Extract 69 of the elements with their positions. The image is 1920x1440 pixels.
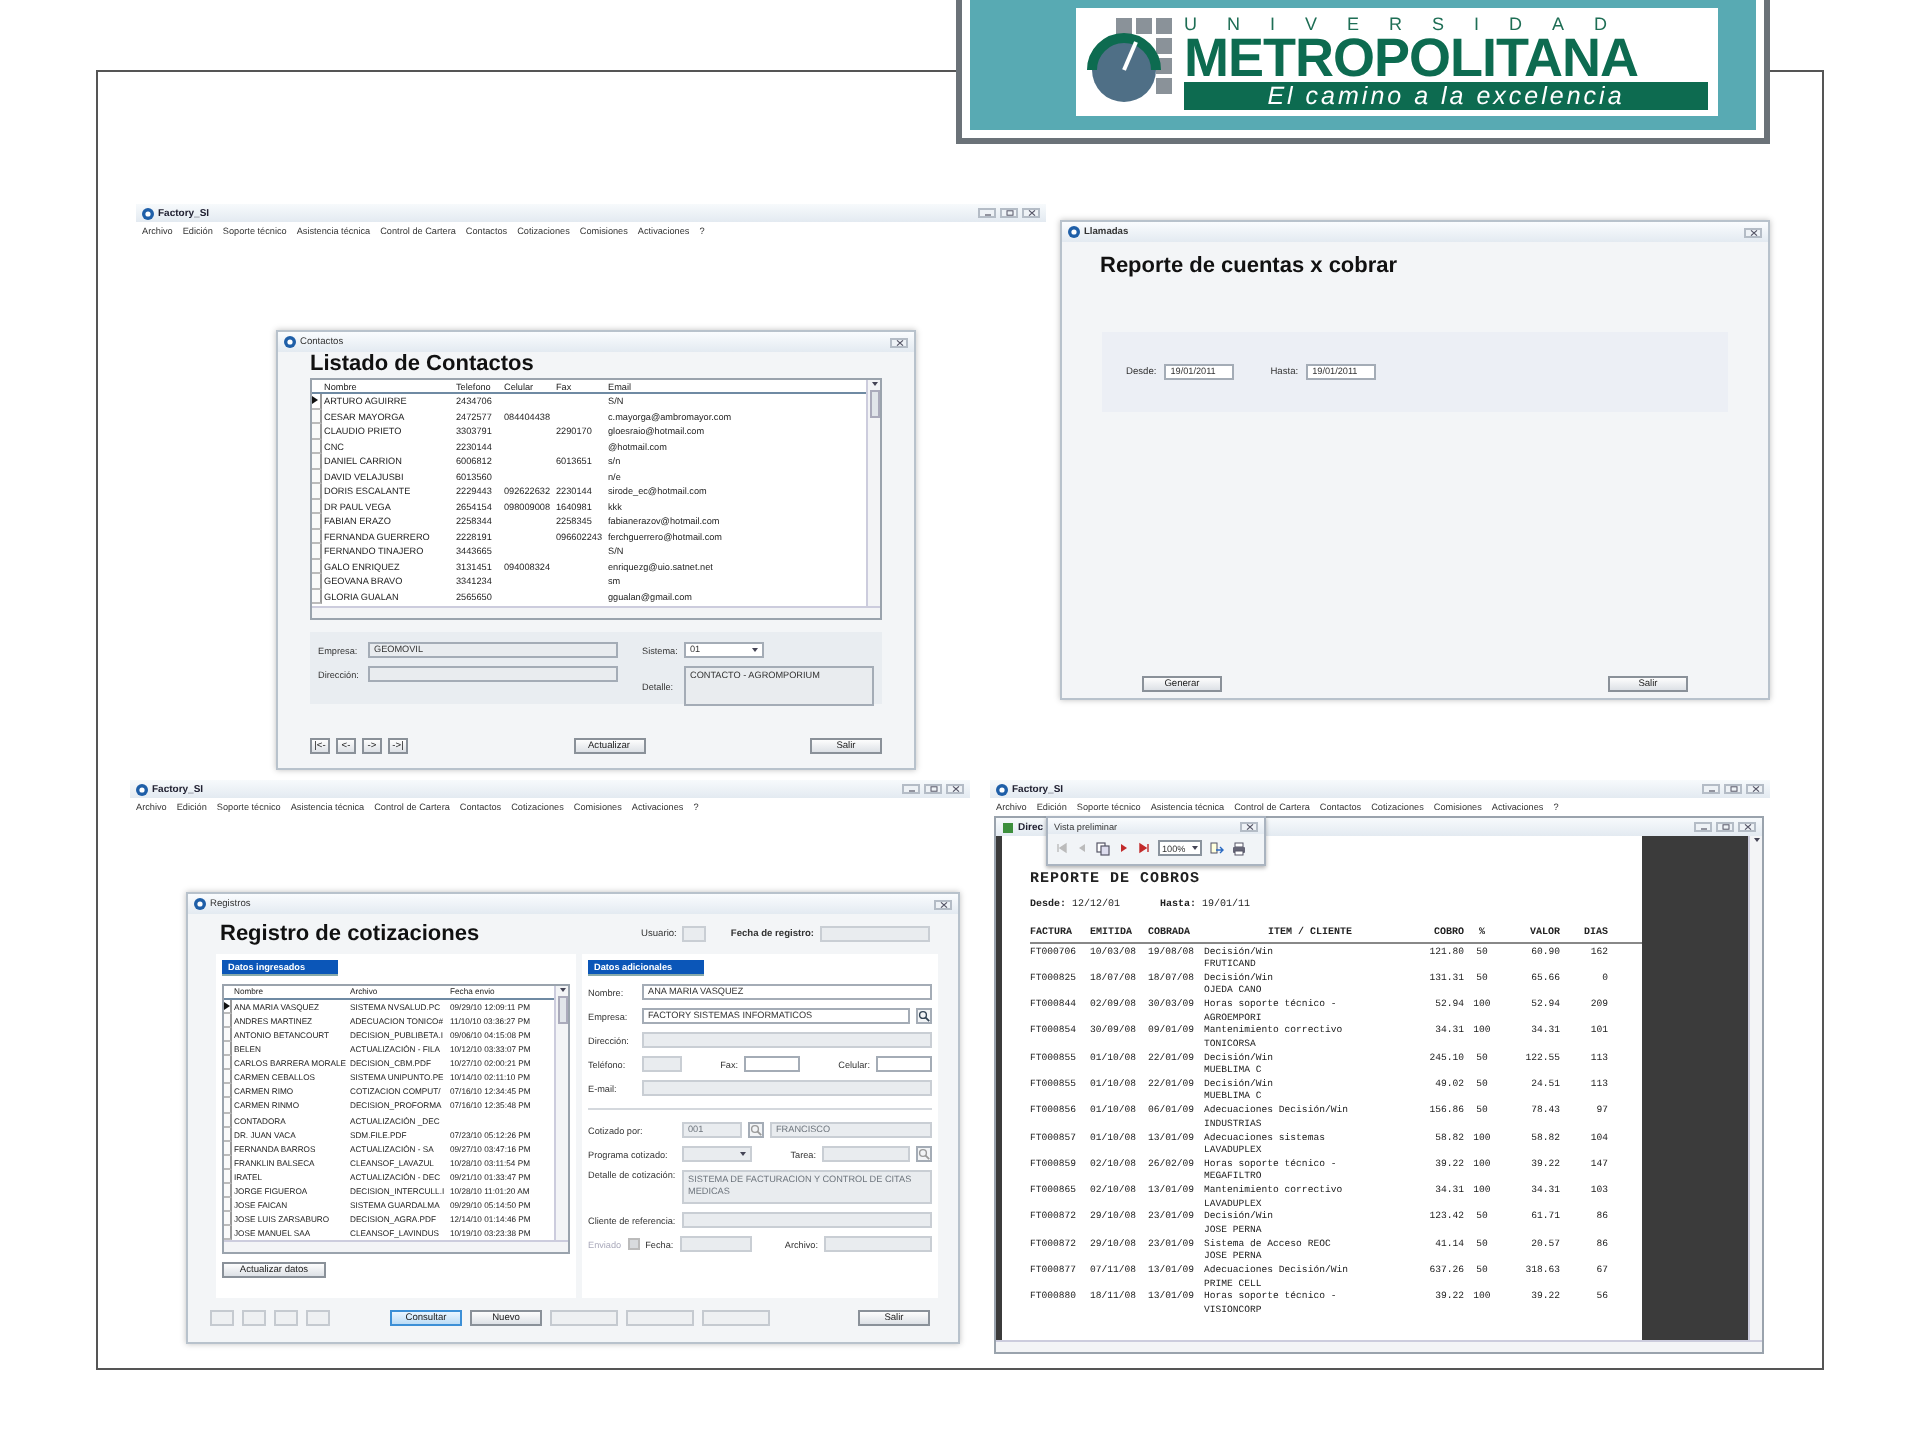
input-field[interactable]: [744, 1056, 801, 1072]
minimize-button[interactable]: [978, 208, 996, 218]
scrollbar[interactable]: [866, 380, 880, 606]
maximize-icon: [1005, 210, 1013, 216]
minimize-button[interactable]: [1694, 822, 1712, 832]
input-field[interactable]: [368, 666, 618, 682]
document-icon: [1002, 821, 1014, 833]
scrollbar-thumb[interactable]: [869, 390, 879, 418]
app-icon: [284, 336, 296, 348]
caret-icon: [871, 382, 877, 386]
maximize-icon: [1729, 786, 1737, 792]
caret-icon: [559, 988, 565, 992]
last-page-icon[interactable]: [1138, 842, 1150, 854]
close-button[interactable]: [1240, 821, 1258, 831]
caret-icon: [740, 1152, 746, 1156]
scrollbar[interactable]: [554, 986, 568, 1240]
caret-icon: [1192, 846, 1198, 850]
maximize-icon: [929, 786, 937, 792]
scrollbar[interactable]: [996, 1340, 1762, 1352]
maximize-button[interactable]: [924, 784, 942, 794]
export-icon[interactable]: [1210, 841, 1224, 855]
app-icon: [194, 898, 206, 910]
close-button[interactable]: [890, 337, 908, 347]
close-icon: [1751, 786, 1759, 792]
logo-tagline: El camino a la excelencia: [1184, 82, 1708, 110]
minimize-button[interactable]: [1702, 784, 1720, 794]
close-button[interactable]: [1022, 208, 1040, 218]
close-icon: [951, 786, 959, 792]
row-header[interactable]: [224, 999, 232, 1014]
printer-icon[interactable]: [1232, 841, 1246, 855]
search-icon: [918, 1148, 930, 1160]
scrollbar-thumb[interactable]: [557, 996, 567, 1024]
search-icon: [750, 1124, 762, 1136]
close-icon: [1743, 824, 1751, 830]
input-field[interactable]: [876, 1056, 932, 1072]
heading: Reporte de cuentas x cobrar: [1098, 254, 1400, 280]
logo-name: METROPOLITANA: [1184, 34, 1640, 82]
maximize-icon: [1721, 824, 1729, 830]
heading: Listado de Contactos: [310, 352, 536, 378]
minimize-icon: [1707, 786, 1715, 792]
close-icon: [1027, 210, 1035, 216]
close-button[interactable]: [934, 899, 952, 909]
maximize-button[interactable]: [1000, 208, 1018, 218]
close-button[interactable]: [1744, 227, 1762, 237]
search-button[interactable]: [916, 1008, 932, 1024]
caret-icon: [752, 648, 758, 652]
minimize-button[interactable]: [902, 784, 920, 794]
close-icon: [1245, 823, 1253, 829]
minimize-icon: [1699, 824, 1707, 830]
row-header[interactable]: [312, 394, 322, 409]
close-icon: [895, 339, 903, 345]
close-button[interactable]: [946, 784, 964, 794]
scrollbar[interactable]: [1748, 836, 1762, 1340]
close-icon: [939, 901, 947, 907]
minimize-icon: [983, 210, 991, 216]
close-icon: [1749, 229, 1757, 235]
heading: Registro de cotizaciones: [218, 921, 480, 947]
maximize-button[interactable]: [1724, 784, 1742, 794]
minimize-icon: [907, 786, 915, 792]
scrollbar[interactable]: [224, 1240, 568, 1252]
scrollbar[interactable]: [312, 606, 880, 618]
close-button[interactable]: [1738, 822, 1756, 832]
maximize-button[interactable]: [1716, 822, 1734, 832]
app-icon: [1068, 226, 1080, 238]
next-icon[interactable]: [1118, 842, 1130, 854]
logo-overline: UNIVERSIDAD: [1184, 14, 1640, 34]
copy-icon[interactable]: [1096, 841, 1110, 855]
search-icon: [918, 1010, 930, 1022]
close-button[interactable]: [1746, 784, 1764, 794]
